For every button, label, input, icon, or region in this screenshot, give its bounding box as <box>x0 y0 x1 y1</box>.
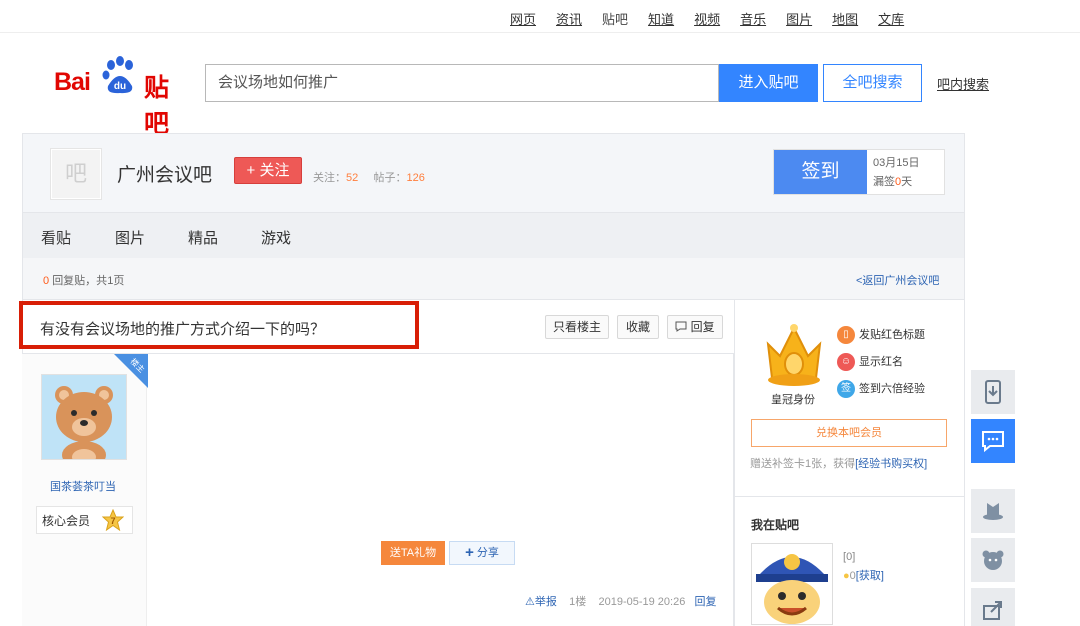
coin-icon: ● <box>843 570 850 582</box>
top-nav-link[interactable]: 图片 <box>786 9 812 28</box>
phone-download-icon <box>985 380 1001 404</box>
perk-red-title: ▯ 发贴红色标题 <box>837 326 925 345</box>
reply-count-number: 0 <box>43 275 50 287</box>
signin-info: 03月15日 漏签0天 <box>873 154 919 192</box>
member-label: 核心会员 <box>42 514 91 528</box>
tab-images[interactable]: 图片 <box>115 227 145 248</box>
top-nav-link[interactable]: 视频 <box>694 9 720 28</box>
top-nav-link[interactable]: 文库 <box>878 9 904 28</box>
report-link[interactable]: ⚠举报 <box>525 596 557 608</box>
forum-name[interactable]: 广州会议吧 <box>117 160 212 187</box>
top-nav-link[interactable]: 知道 <box>648 9 674 28</box>
share-icon <box>983 601 1002 620</box>
floor-number: 1楼 <box>569 596 587 608</box>
post-timestamp: 2019-05-19 20:26 <box>598 596 686 608</box>
tab-featured[interactable]: 精品 <box>188 227 218 248</box>
plus-icon: + <box>465 544 474 561</box>
only-op-button[interactable]: 只看楼主 <box>545 315 609 339</box>
top-nav-link[interactable]: 资讯 <box>556 9 582 28</box>
post-count: 126 <box>406 172 425 184</box>
share-label: 分享 <box>476 547 499 559</box>
bear-button[interactable] <box>971 538 1015 582</box>
paw-icon: du <box>102 56 133 94</box>
reply-count: 0 回复贴，共1页 <box>43 272 124 288</box>
forum-tabs <box>22 213 965 258</box>
follow-count-label: 关注： <box>313 172 346 184</box>
perk-signin-exp: 签签到六倍经验 <box>837 380 925 399</box>
top-nav: 网页 资讯 贴吧 知道 视频 音乐 图片 地图 文库 <box>0 0 1080 33</box>
reply-button-label: 回复 <box>690 320 715 334</box>
tab-games[interactable]: 游戏 <box>261 227 291 248</box>
author-name[interactable]: 国茶荟茶叮当 <box>50 478 116 494</box>
my-stats: [0] ●0[获取] <box>843 548 884 586</box>
level-star-icon: 7 <box>102 509 124 531</box>
message-button[interactable] <box>971 419 1015 463</box>
crown-label: 皇冠身份 <box>771 394 815 406</box>
baidu-tieba-logo[interactable]: Bai du 贴吧 <box>54 54 188 138</box>
hat-icon <box>983 503 1003 520</box>
top-nav-link[interactable]: 音乐 <box>740 9 766 28</box>
favorite-button[interactable]: 收藏 <box>617 315 659 339</box>
post-meta: ⚠举报 1楼 2019-05-19 20:26 回复 <box>525 593 717 609</box>
my-tieba-title: 我在贴吧 <box>751 518 800 532</box>
level-badge-icon: [0] <box>843 551 856 563</box>
exp-book-link[interactable]: [经验书购买权] <box>855 458 927 470</box>
sidebar-divider <box>734 496 965 497</box>
name-icon: ☺ <box>837 353 855 372</box>
post-reply-link[interactable]: 回复 <box>695 596 717 608</box>
back-to-forum-link[interactable]: <返回广州会议吧 <box>856 272 939 288</box>
hat-button[interactable] <box>971 489 1015 533</box>
post-count-label: 帖子： <box>373 172 407 184</box>
doc-icon: ▯ <box>837 326 855 345</box>
enter-tieba-button[interactable]: 进入贴吧 <box>719 64 818 102</box>
crown-icon <box>766 324 822 386</box>
search-input[interactable]: 会议场地如何推广 <box>205 64 719 102</box>
warning-icon: ⚠ <box>525 596 535 608</box>
member-level-number: 7 <box>110 516 115 526</box>
page-unit: 页 <box>113 275 125 287</box>
comment-icon <box>675 321 687 332</box>
signin-icon: 签 <box>837 380 855 399</box>
top-nav-link[interactable]: 网页 <box>510 9 536 28</box>
bonus-text: 赠送补签卡1张，获得[经验书购买权] <box>750 458 928 470</box>
get-link[interactable]: [获取] <box>856 570 884 582</box>
tab-posts[interactable]: 看贴 <box>41 227 71 248</box>
signin-date: 03月15日 <box>873 157 920 169</box>
follow-count: 52 <box>346 172 359 184</box>
top-nav-link[interactable]: 地图 <box>832 9 858 28</box>
top-nav-link[interactable]: 贴吧 <box>602 9 628 28</box>
bear-icon <box>982 550 1004 570</box>
forum-avatar[interactable]: 吧 <box>50 148 102 200</box>
exchange-membership-button[interactable]: 兑换本吧会员 <box>751 419 947 447</box>
perk-red-name: ☺ 显示红名 <box>837 353 903 372</box>
signin-button[interactable]: 签到 <box>774 150 867 194</box>
share-float-button[interactable] <box>971 588 1015 626</box>
search-in-forum-link[interactable]: 吧内搜索 <box>937 74 989 93</box>
missed-label: 漏签 <box>873 176 895 188</box>
logo-text-du: du <box>114 81 126 92</box>
download-app-button[interactable] <box>971 370 1015 414</box>
logo-text-tieba: 贴吧 <box>144 74 170 138</box>
reply-bar <box>22 258 965 300</box>
op-badge: 楼主 <box>114 354 148 388</box>
post-title: 有没有会议场地的推广方式介绍一下的吗？ <box>40 321 326 338</box>
share-button[interactable]: + 分享 <box>449 541 515 565</box>
reply-button[interactable]: 回复 <box>667 315 723 339</box>
logo-text-bai: Bai <box>54 68 91 96</box>
send-gift-button[interactable]: 送TA礼物 <box>381 541 445 565</box>
top-nav-links: 网页 资讯 贴吧 知道 视频 音乐 图片 地图 文库 <box>510 9 924 28</box>
reply-count-text: 回复贴，共 <box>52 275 108 287</box>
chat-icon <box>982 431 1004 453</box>
forum-stats: 关注：52 帖子：126 <box>313 169 425 185</box>
cartoon-avatar-image <box>752 544 832 624</box>
search-all-button[interactable]: 全吧搜索 <box>823 64 922 102</box>
follow-button[interactable]: + 关注 <box>234 157 302 184</box>
missed-unit: 天 <box>901 176 913 188</box>
my-avatar[interactable] <box>751 543 833 625</box>
forum-avatar-glyph: 吧 <box>52 150 100 198</box>
